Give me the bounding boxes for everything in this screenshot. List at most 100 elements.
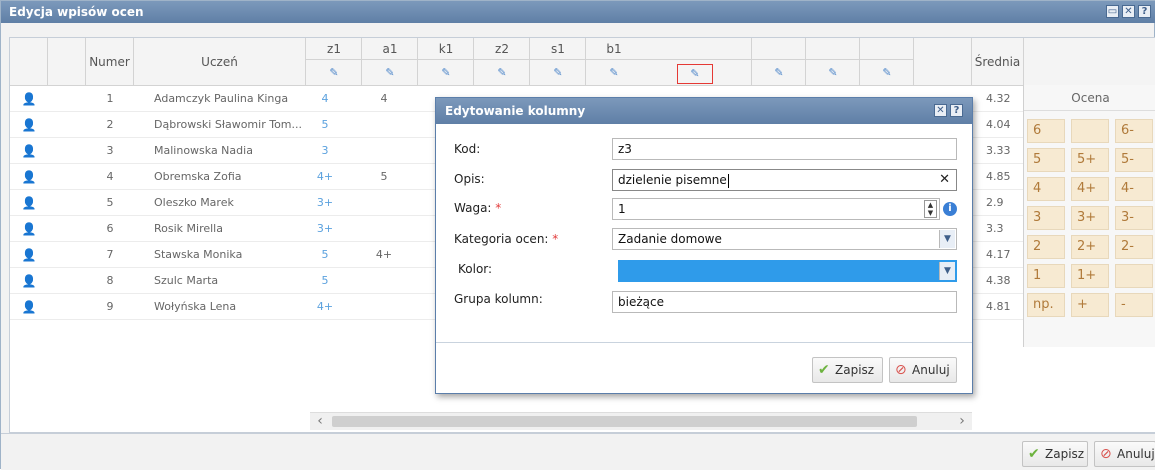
grade-a1[interactable] <box>362 112 406 138</box>
header-uczen[interactable]: Uczeń <box>134 38 306 86</box>
grade-z1[interactable]: 5 <box>306 112 344 138</box>
edit-pencil-icon[interactable]: ✎ <box>474 62 530 84</box>
grade-a1[interactable]: 4+ <box>362 242 406 268</box>
grade-option-button[interactable]: 1+ <box>1071 264 1109 288</box>
edit-pencil-icon[interactable]: ✎ <box>418 62 474 84</box>
grade-a1[interactable]: 5 <box>362 164 406 190</box>
grade-option-button[interactable]: 2+ <box>1071 235 1109 259</box>
grade-a1[interactable] <box>362 268 406 294</box>
grade-option-button[interactable]: np. <box>1027 293 1065 317</box>
minimize-icon[interactable]: ▭ <box>1106 5 1119 18</box>
student-average: 4.32 <box>986 92 1011 105</box>
chevron-down-icon-2[interactable]: ▼ <box>939 262 955 280</box>
student-name: Adamczyk Paulina Kinga <box>154 92 289 105</box>
kod-input[interactable]: z3 <box>612 138 957 160</box>
grade-option-button[interactable]: 1 <box>1027 264 1065 288</box>
grade-z1[interactable]: 4+ <box>306 294 344 320</box>
chevron-down-icon[interactable]: ▼ <box>939 230 955 248</box>
dialog-divider <box>436 342 972 343</box>
grade-a1[interactable] <box>362 190 406 216</box>
grade-option-button[interactable]: 5 <box>1027 148 1065 172</box>
info-icon[interactable]: i <box>943 202 957 216</box>
grade-column-code[interactable]: z2 <box>474 38 530 60</box>
grade-column-code[interactable]: a1 <box>362 38 418 60</box>
edit-pencil-icon[interactable]: ✎ <box>860 62 914 84</box>
kolor-select[interactable]: ▼ <box>618 260 957 282</box>
row-number: 1 <box>106 92 114 105</box>
grupa-input[interactable]: bieżące <box>612 291 957 313</box>
spinner-arrows-icon[interactable]: ▲ ▼ <box>924 200 937 218</box>
grade-option-button[interactable]: 6- <box>1115 119 1153 143</box>
grade-option-button[interactable]: 5+ <box>1071 148 1109 172</box>
header-numer[interactable]: Numer <box>86 38 134 86</box>
grade-a1[interactable] <box>362 138 406 164</box>
student-average: 4.38 <box>986 274 1011 287</box>
header-srednia[interactable]: Średnia <box>972 38 1024 86</box>
grade-option-button[interactable]: 4 <box>1027 177 1065 201</box>
student-average: 4.04 <box>986 118 1011 131</box>
edit-pencil-icon[interactable]: ✎ <box>586 62 642 84</box>
grade-z1[interactable]: 3 <box>306 138 344 164</box>
grade-option-button[interactable]: 3 <box>1027 206 1065 230</box>
scroll-left-icon[interactable]: ‹ <box>312 413 328 430</box>
grade-option-button[interactable]: 4- <box>1115 177 1153 201</box>
grade-option-button[interactable]: 4+ <box>1071 177 1109 201</box>
grade-option-button[interactable]: 6 <box>1027 119 1065 143</box>
edit-pencil-icon[interactable]: ✎ <box>530 62 586 84</box>
grade-a1[interactable] <box>362 294 406 320</box>
new-column-edit-pencil-icon[interactable]: ✎ <box>677 64 713 84</box>
clear-icon[interactable]: ✕ <box>939 170 950 190</box>
close-icon[interactable]: ✕ <box>1122 5 1135 18</box>
edit-pencil-icon[interactable]: ✎ <box>306 62 362 84</box>
grade-picker-title: Ocena <box>1024 85 1155 111</box>
header-grade-column: z1 ✎ <box>306 38 362 86</box>
text-cursor <box>727 173 729 188</box>
dialog-cancel-button[interactable]: ⊘ Anuluj <box>889 357 957 383</box>
student-name: Wołyńska Lena <box>154 300 237 313</box>
student-name: Szulc Marta <box>154 274 219 287</box>
grade-option-button[interactable]: 5- <box>1115 148 1153 172</box>
grade-column-code[interactable]: k1 <box>418 38 474 60</box>
student-icon: 👤 <box>21 144 37 158</box>
dialog-save-button[interactable]: ✔ Zapisz <box>812 357 883 383</box>
grade-option-button[interactable] <box>1071 119 1109 143</box>
scrollbar-thumb[interactable] <box>332 416 917 427</box>
edit-pencil-icon[interactable]: ✎ <box>806 62 860 84</box>
grade-z1[interactable]: 5 <box>306 268 344 294</box>
student-name: Oleszko Marek <box>154 196 234 209</box>
grade-z1[interactable]: 4+ <box>306 164 344 190</box>
grade-option-button[interactable]: - <box>1115 293 1153 317</box>
grade-z1[interactable]: 3+ <box>306 216 344 242</box>
grade-z1[interactable]: 3+ <box>306 190 344 216</box>
opis-input[interactable]: dzielenie pisemne ✕ <box>612 169 957 191</box>
dialog-help-icon[interactable]: ? <box>950 104 963 117</box>
grade-a1[interactable]: 4 <box>362 86 406 112</box>
grade-a1[interactable] <box>362 216 406 242</box>
grade-z1[interactable]: 4 <box>306 86 344 112</box>
horizontal-scrollbar[interactable]: ‹ › <box>310 412 972 430</box>
student-icon: 👤 <box>21 248 37 262</box>
footer-cancel-button[interactable]: ⊘ Anuluj <box>1094 441 1155 467</box>
footer-save-button[interactable]: ✔ Zapisz <box>1022 441 1088 467</box>
grade-option-button[interactable] <box>1115 264 1153 288</box>
grade-column-code[interactable]: z1 <box>306 38 362 60</box>
help-icon[interactable]: ? <box>1138 5 1151 18</box>
student-icon: 👤 <box>21 92 37 106</box>
grade-option-button[interactable]: 3- <box>1115 206 1153 230</box>
grade-option-button[interactable]: 2- <box>1115 235 1153 259</box>
kategoria-select[interactable]: Zadanie domowe ▼ <box>612 228 957 250</box>
waga-label: Waga: * <box>454 201 502 215</box>
waga-spinner[interactable]: 1 ▲ ▼ <box>612 198 940 220</box>
scroll-right-icon[interactable]: › <box>954 413 970 430</box>
grade-option-button[interactable]: 2 <box>1027 235 1065 259</box>
grade-column-code[interactable]: b1 <box>586 38 642 60</box>
grade-option-button[interactable]: 3+ <box>1071 206 1109 230</box>
dialog-close-icon[interactable]: ✕ <box>934 104 947 117</box>
grade-column-code[interactable]: s1 <box>530 38 586 60</box>
edit-pencil-icon[interactable]: ✎ <box>362 62 418 84</box>
grade-option-button[interactable]: + <box>1071 293 1109 317</box>
grade-z1[interactable]: 5 <box>306 242 344 268</box>
student-average: 3.3 <box>986 222 1004 235</box>
edit-pencil-icon[interactable]: ✎ <box>752 62 806 84</box>
header-blank-col <box>48 38 86 86</box>
